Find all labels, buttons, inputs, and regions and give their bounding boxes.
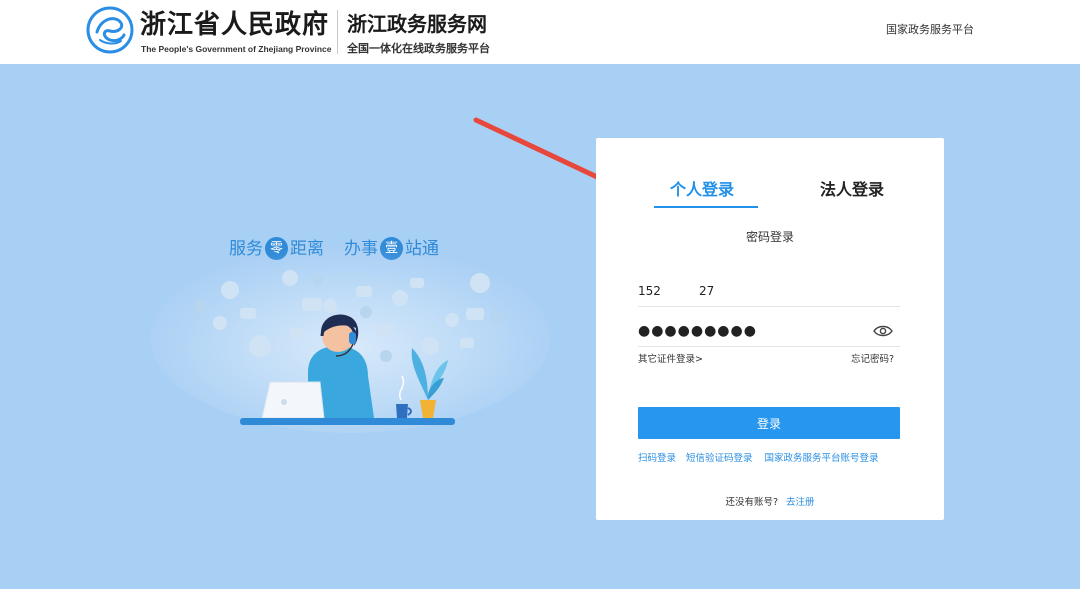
national-platform-link[interactable]: 国家政务服务平台	[886, 21, 974, 37]
top-header: 浙江省人民政府 The People's Government of Zheji…	[0, 0, 1080, 64]
active-tab-indicator	[654, 206, 758, 208]
customer-service-illustration	[150, 243, 550, 433]
login-card: 个人登录 法人登录 密码登录 其它证件登录> 忘记密码? 登录 扫码登录短信验证…	[596, 138, 944, 520]
gov-subtitle: The People's Government of Zhejiang Prov…	[141, 44, 332, 54]
register-row: 还没有账号? 去注册	[596, 494, 944, 508]
no-account-text: 还没有账号?	[725, 497, 779, 508]
gov-title: 浙江省人民政府	[140, 10, 330, 40]
other-id-login-link[interactable]: 其它证件登录>	[638, 351, 703, 365]
national-account-login-link[interactable]: 国家政务服务平台账号登录	[765, 453, 879, 464]
sms-login-link[interactable]: 短信验证码登录	[686, 453, 753, 464]
password-field[interactable]	[638, 316, 900, 347]
account-field[interactable]	[638, 276, 900, 307]
site-subtitle: 全国一体化在线政务服务平台	[347, 42, 490, 55]
password-login-title: 密码登录	[745, 230, 794, 244]
zhejiang-emblem-icon[interactable]	[86, 6, 134, 54]
tab-personal-login[interactable]: 个人登录	[670, 176, 734, 200]
register-link[interactable]: 去注册	[786, 497, 815, 508]
login-button[interactable]: 登录	[638, 407, 900, 439]
forgot-password-link[interactable]: 忘记密码?	[851, 351, 894, 365]
alternative-login-links: 扫码登录 短信验证码登录 国家政务服务平台账号登录	[638, 450, 879, 464]
site-title: 浙江政务服务网	[347, 12, 487, 36]
eye-icon[interactable]	[873, 324, 893, 338]
scan-login-link[interactable]: 扫码登录	[638, 453, 676, 464]
tab-legal-person-login[interactable]: 法人登录	[820, 176, 884, 200]
header-divider	[337, 10, 338, 54]
